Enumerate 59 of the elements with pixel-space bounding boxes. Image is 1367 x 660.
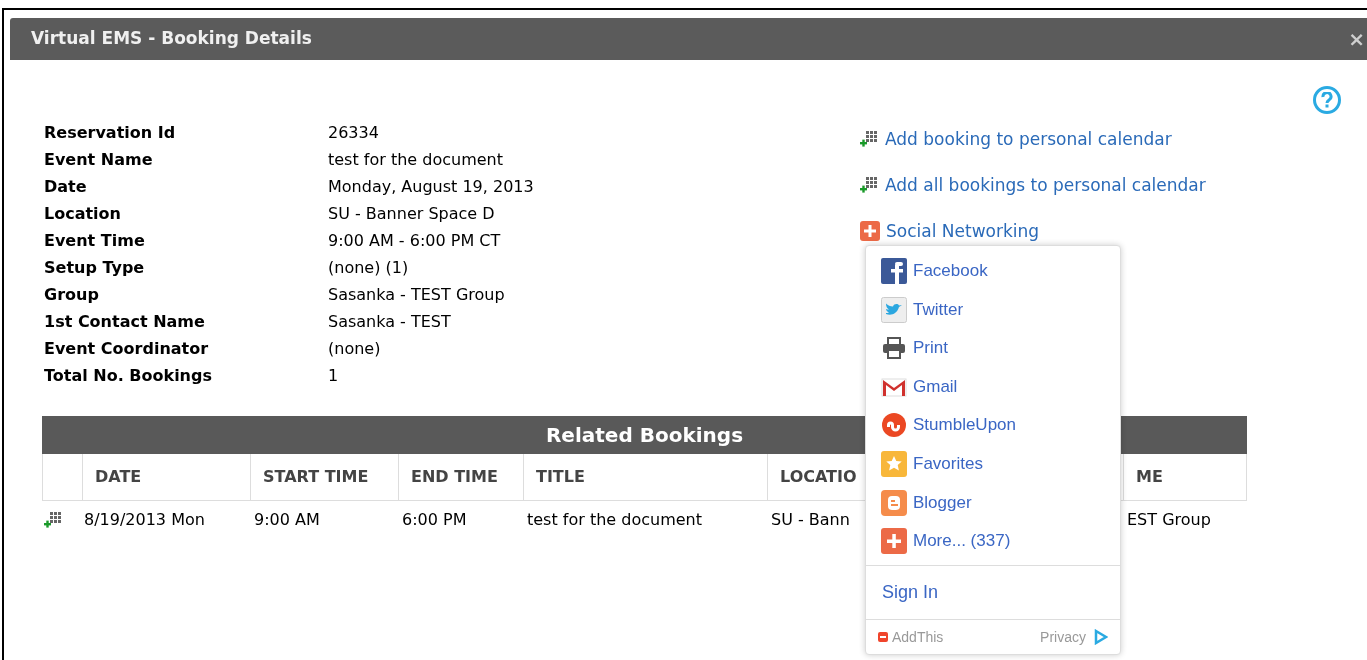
table-cell-text: 8/19/2013 Mon <box>83 509 206 531</box>
close-button[interactable]: × <box>1348 29 1365 49</box>
b-logo-icon <box>881 489 907 516</box>
share-menu-item[interactable]: Facebook <box>881 258 1105 284</box>
table-cell-text: SU - Bann <box>770 509 851 531</box>
detail-value: test for the document <box>328 149 504 171</box>
action-link[interactable]: Add all bookings to personal calendar <box>860 174 1206 196</box>
sign-in-link[interactable]: Sign In <box>882 579 939 607</box>
action-link[interactable]: Add booking to personal calendar <box>860 128 1206 150</box>
table-cell-text: 6:00 PM <box>401 509 468 531</box>
table-cell-text: test for the document <box>526 509 703 531</box>
calendar-add-icon <box>44 511 63 529</box>
column-header: LOCATIO <box>780 466 857 488</box>
circle-logo-icon <box>881 412 907 439</box>
share-menu-item[interactable]: More... (337) <box>881 528 1105 555</box>
printer-icon <box>881 335 907 362</box>
window-title: Virtual EMS - Booking Details <box>31 27 312 51</box>
detail-value: 9:00 AM - 6:00 PM CT <box>328 230 502 252</box>
detail-value: (none) <box>328 338 382 360</box>
column-header: TITLE <box>536 466 585 488</box>
play-icon <box>1094 629 1108 646</box>
column-header: END TIME <box>411 466 498 488</box>
detail-label: Event Coordinator <box>44 338 210 360</box>
detail-value: (none) (1) <box>328 257 410 279</box>
detail-label: Date <box>44 176 88 198</box>
share-menu-item[interactable]: Gmail <box>881 373 1105 400</box>
column-header: DATE <box>95 466 142 488</box>
table-cell-text: EST Group <box>1126 509 1212 531</box>
share-menu-item[interactable]: Print <box>881 335 1105 362</box>
detail-label: Reservation Id <box>44 122 177 144</box>
detail-value: 1 <box>328 365 340 387</box>
calendar-add-icon <box>860 176 879 194</box>
detail-value: Sasanka - TEST Group <box>328 284 506 306</box>
bird-icon <box>881 296 907 323</box>
detail-label: Event Time <box>44 230 146 252</box>
f-logo-icon <box>881 258 907 284</box>
action-link[interactable]: Social Networking <box>860 220 1206 242</box>
detail-value: Monday, August 19, 2013 <box>328 176 535 198</box>
column-header: ME <box>1136 466 1163 488</box>
detail-label: Group <box>44 284 100 306</box>
calendar-add-icon <box>860 130 879 148</box>
detail-label: Setup Type <box>44 257 146 279</box>
detail-value: Sasanka - TEST <box>328 311 452 333</box>
column-header: START TIME <box>263 466 369 488</box>
detail-value: 26334 <box>328 122 380 144</box>
share-menu-item[interactable]: StumbleUpon <box>881 412 1105 439</box>
detail-label: 1st Contact Name <box>44 311 206 333</box>
detail-value: SU - Banner Space D <box>328 203 496 225</box>
detail-label: Total No. Bookings <box>44 365 213 387</box>
brand-link[interactable]: AddThis <box>878 626 944 648</box>
share-menu-item[interactable]: Favorites <box>881 450 1105 477</box>
detail-label: Location <box>44 203 122 225</box>
share-menu-item[interactable]: Blogger <box>881 489 1105 516</box>
section-title: Related Bookings <box>545 422 744 449</box>
help-icon[interactable] <box>1313 86 1341 114</box>
privacy-link[interactable]: Privacy <box>1040 626 1108 648</box>
share-menu-item[interactable]: Twitter <box>881 296 1105 323</box>
detail-label: Event Name <box>44 149 154 171</box>
table-cell-text: 9:00 AM <box>253 509 321 531</box>
